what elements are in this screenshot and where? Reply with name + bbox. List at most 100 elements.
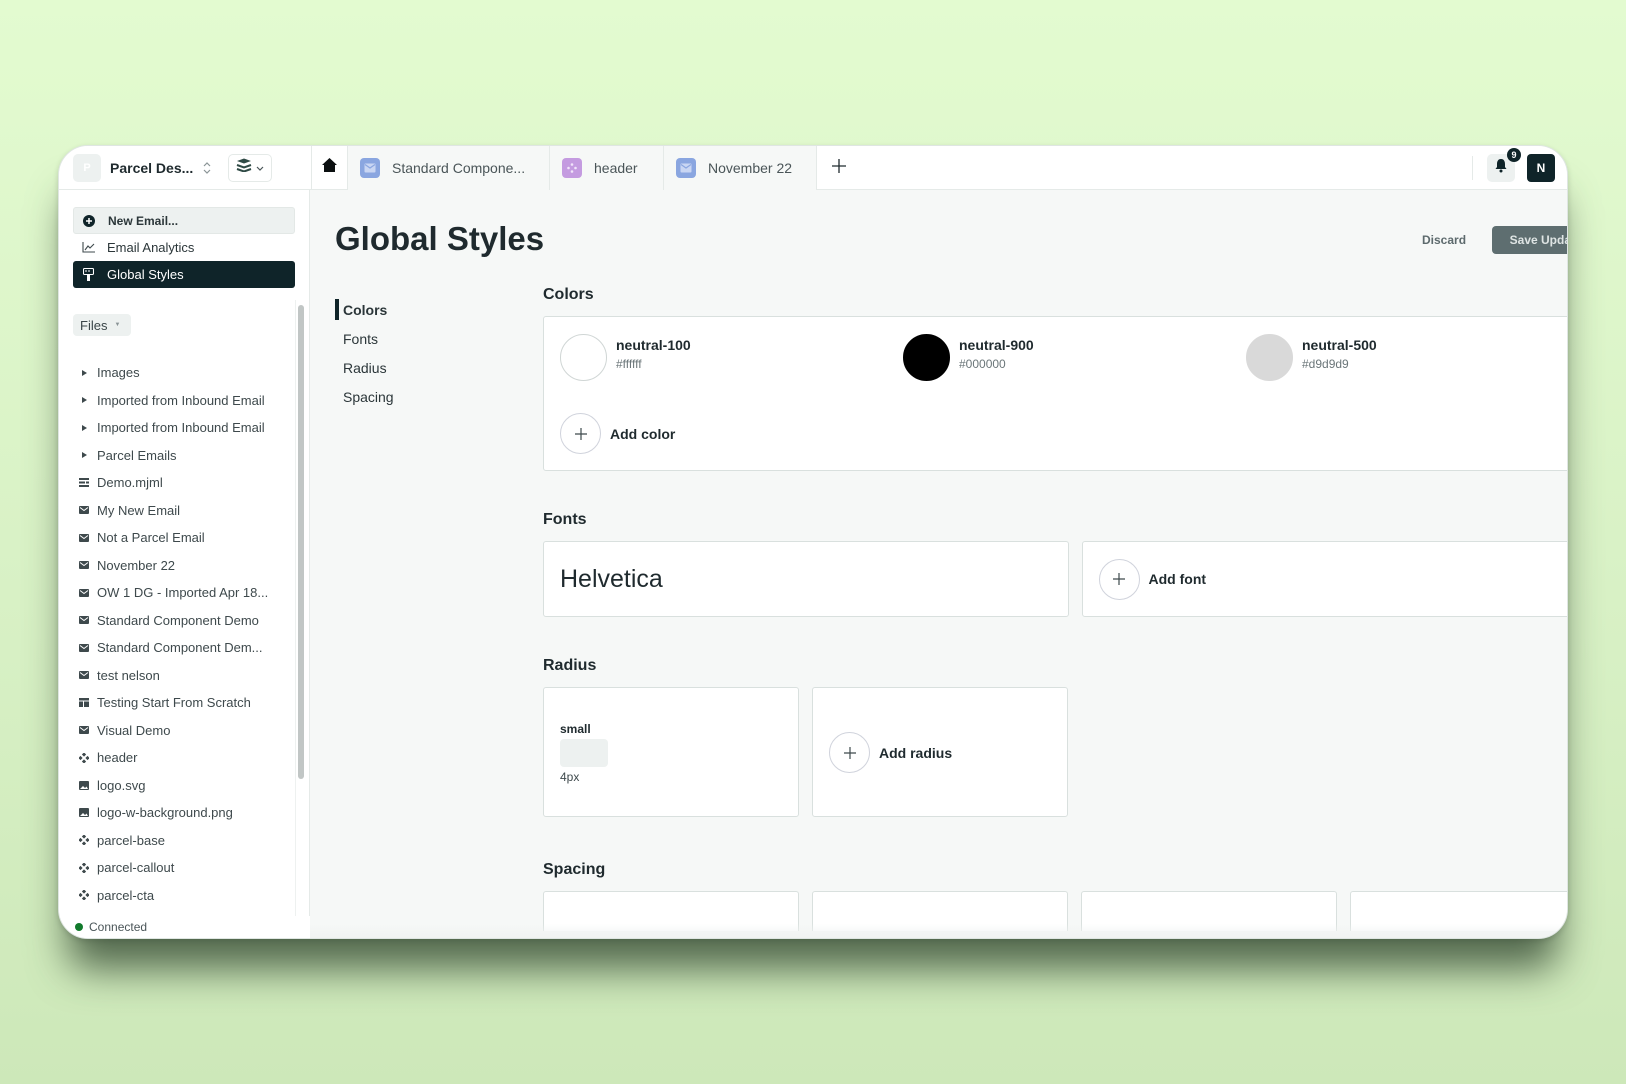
component-icon [79,752,89,763]
user-avatar[interactable]: N [1527,153,1555,182]
notifications-button[interactable]: 9 [1487,147,1521,182]
caret-right-icon[interactable] [79,452,89,459]
file-item[interactable]: Parcel Emails [59,442,295,470]
file-item[interactable]: Standard Component Demo [59,607,295,635]
file-item[interactable]: logo-w-background.png [59,799,295,827]
email-icon [79,643,89,652]
add-radius-button[interactable]: Add radius [812,687,1068,817]
file-item[interactable]: header [59,744,295,772]
file-label: parcel-cta [97,887,155,903]
sidebar-item-email-analytics[interactable]: Email Analytics [73,234,295,261]
workspace-avatar: P [73,153,101,182]
new-email-button[interactable]: New Email... [73,207,295,234]
mjml-file-icon [79,478,89,488]
file-item[interactable]: OW 1 DG - Imported Apr 18... [59,579,295,607]
fonts-section-title: Fonts [543,511,587,528]
file-item[interactable]: test nelson [59,662,295,690]
section-nav-spacing[interactable]: Spacing [335,382,394,411]
component-icon [562,157,582,178]
file-item[interactable]: parcel-cta [59,882,295,910]
component-icon [79,862,89,873]
file-item[interactable]: Imported from Inbound Email [59,387,295,415]
file-label: logo.svg [97,777,146,793]
file-label: Imported from Inbound Email [97,420,265,436]
section-nav: Colors Fonts Radius Spacing [335,295,394,411]
color-name: neutral-900 [959,337,1034,353]
color-name: neutral-100 [616,337,691,353]
file-item[interactable]: Not a Parcel Email [59,524,295,552]
chevron-up-down-icon [203,161,211,174]
file-label: Visual Demo [97,722,171,738]
color-name: neutral-500 [1302,337,1377,353]
tab-label: header [594,159,638,176]
sidebar: New Email... Email Analytics Global Styl… [59,190,310,938]
file-label: parcel-callout [97,860,175,876]
connection-status: Connected [59,916,310,938]
tab-november-22[interactable]: November 22 [663,146,817,190]
file-label: Not a Parcel Email [97,530,205,546]
file-item[interactable]: Imported from Inbound Email [59,414,295,442]
tab-standard-component[interactable]: Standard Compone... [347,146,549,190]
color-item[interactable]: neutral-100 #ffffff [560,334,691,381]
new-tab-button[interactable] [817,146,861,190]
home-icon [322,158,337,177]
file-item[interactable]: November 22 [59,552,295,580]
file-item[interactable]: parcel-base [59,827,295,855]
file-item[interactable]: parcel-footer [59,909,295,916]
file-item[interactable]: parcel-callout [59,854,295,882]
section-nav-fonts[interactable]: Fonts [335,324,394,353]
email-icon [79,561,89,570]
bottom-fade [310,924,1567,938]
paint-brush-icon [81,268,95,281]
file-item[interactable]: Standard Component Dem... [59,634,295,662]
radius-value: 4px [560,770,580,784]
sidebar-item-label: Email Analytics [107,240,195,255]
file-label: My New Email [97,502,181,518]
file-label: parcel-base [97,832,165,848]
color-item[interactable]: neutral-500 #d9d9d9 [1246,334,1377,381]
colors-section-title: Colors [543,286,594,303]
add-color-button[interactable]: Add color [560,413,675,454]
file-item[interactable]: logo.svg [59,772,295,800]
caret-right-icon[interactable] [79,397,89,404]
color-item[interactable]: neutral-900 #000000 [903,334,1034,381]
layers-icon [236,158,252,177]
file-item[interactable]: Demo.mjml [59,469,295,497]
font-item[interactable]: Helvetica [543,541,1069,617]
color-swatch [1246,334,1293,381]
color-hex: #ffffff [616,357,642,371]
plus-icon [829,732,870,773]
file-tree: Images Imported from Inbound Email Importe… [59,359,295,916]
status-label: Connected [89,920,148,934]
home-button[interactable] [311,146,347,190]
radius-item[interactable]: small 4px [543,687,799,817]
status-dot-icon [75,923,83,931]
discard-button[interactable]: Discard [1422,233,1466,247]
bell-icon [1494,158,1508,178]
file-label: logo-w-background.png [97,805,233,821]
caret-right-icon[interactable] [79,369,89,376]
tab-label: November 22 [708,159,793,176]
radius-name: small [560,722,591,736]
top-bar: P Parcel Des... Standard Compone... head… [59,146,1567,190]
file-item[interactable]: Images [59,359,295,387]
workspace-switcher[interactable]: P Parcel Des... [59,146,311,190]
email-icon [79,588,89,597]
sidebar-item-global-styles[interactable]: Global Styles [73,261,295,288]
save-updates-button[interactable]: Save Updates [1492,226,1567,254]
files-label: Files [80,317,108,333]
section-nav-radius[interactable]: Radius [335,353,394,382]
layers-dropdown-button[interactable] [228,153,273,182]
tab-header[interactable]: header [549,146,663,190]
file-item[interactable]: Visual Demo [59,717,295,745]
add-font-button[interactable]: Add font [1081,541,1567,617]
files-dropdown[interactable]: Files ▼ [73,314,131,336]
caret-right-icon[interactable] [79,424,89,431]
file-item[interactable]: My New Email [59,497,295,525]
caret-down-icon: ▼ [114,322,121,328]
sidebar-scrollbar[interactable] [298,305,304,779]
email-icon [79,506,89,515]
section-nav-colors[interactable]: Colors [335,295,394,324]
file-label: OW 1 DG - Imported Apr 18... [97,585,269,601]
file-item[interactable]: Testing Start From Scratch [59,689,295,717]
